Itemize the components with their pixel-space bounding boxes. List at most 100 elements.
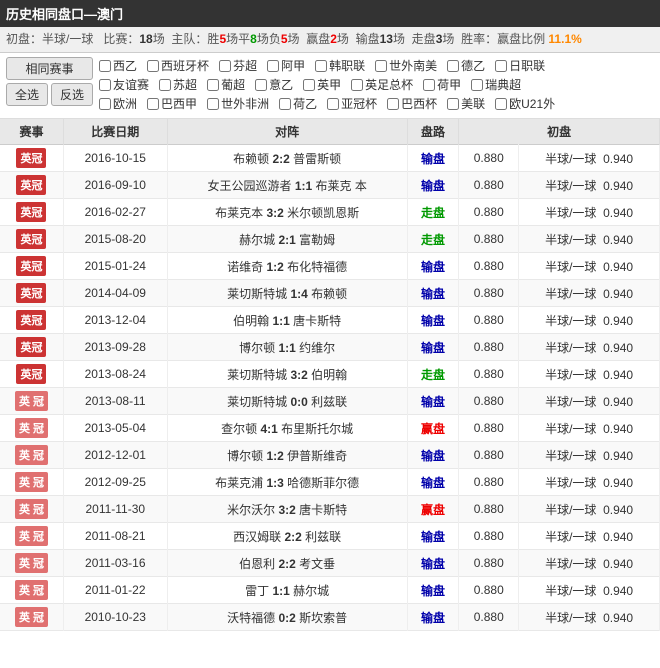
cell-date: 2011-01-22 [63, 577, 167, 604]
cell-handicap: 0.880 [459, 577, 519, 604]
checkbox-fc-input[interactable] [219, 60, 231, 72]
checkbox-xiy-input[interactable] [99, 60, 111, 72]
cell-status: 输盘 [407, 577, 459, 604]
cell-status: 输盘 [407, 469, 459, 496]
checkbox-hj-input[interactable] [423, 79, 435, 91]
checkbox-rzl[interactable]: 日职联 [495, 57, 545, 74]
cell-league: 英冠 [0, 253, 63, 280]
cell-league: 英冠 [0, 361, 63, 388]
cell-status: 输盘 [407, 334, 459, 361]
invert-select-button[interactable]: 反选 [51, 83, 93, 106]
checkbox-bzj-input[interactable] [147, 98, 159, 110]
checkbox-xbybj[interactable]: 西班牙杯 [147, 57, 209, 74]
checkbox-ybj[interactable]: 亚冠杯 [327, 95, 377, 112]
cell-handicap: 0.880 [459, 604, 519, 631]
checkbox-ouz-input[interactable] [495, 98, 507, 110]
checkbox-rdc[interactable]: 瑞典超 [471, 76, 521, 93]
select-all-button[interactable]: 全选 [6, 83, 48, 106]
cell-status: 赢盘 [407, 415, 459, 442]
cell-match: 布莱克本 3:2 米尔顿凯恩斯 [167, 199, 407, 226]
cell-date: 2013-08-24 [63, 361, 167, 388]
checkbox-rzl-input[interactable] [495, 60, 507, 72]
cell-match: 查尔顿 4:1 布里斯托尔城 [167, 415, 407, 442]
checkbox-row-2: 友谊赛 苏超 葡超 意乙 英甲 英足总杯 荷甲 瑞典超 [99, 76, 654, 93]
checkbox-swnam-input[interactable] [375, 60, 387, 72]
checkbox-ml-input[interactable] [447, 98, 459, 110]
checkbox-ml[interactable]: 美联 [447, 95, 485, 112]
checkbox-bzbj[interactable]: 巴西杯 [387, 95, 437, 112]
cell-init: 半球/一球 0.940 [519, 361, 660, 388]
cell-status: 输盘 [407, 307, 459, 334]
cell-date: 2011-03-16 [63, 550, 167, 577]
checkbox-bzj[interactable]: 巴西甲 [147, 95, 197, 112]
checkbox-hj[interactable]: 荷甲 [423, 76, 461, 93]
cell-date: 2011-11-30 [63, 496, 167, 523]
checkbox-aj-input[interactable] [267, 60, 279, 72]
cell-handicap: 0.880 [459, 469, 519, 496]
cell-status: 赢盘 [407, 496, 459, 523]
checkbox-row-3: 欧洲 巴西甲 世外非洲 荷乙 亚冠杯 巴西杯 美联 欧U21外 [99, 95, 654, 112]
checkbox-row-1: 西乙 西班牙杯 芬超 阿甲 韩职联 世外南美 德乙 日职联 [99, 57, 654, 74]
checkbox-sc[interactable]: 苏超 [159, 76, 197, 93]
checkbox-yztbj[interactable]: 英足总杯 [351, 76, 413, 93]
table-row: 英冠 2014-04-09 莱切斯特城 1:4 布赖顿 输盘 0.880 半球/… [0, 280, 660, 307]
checkbox-pc-input[interactable] [207, 79, 219, 91]
checkbox-yztbj-input[interactable] [351, 79, 363, 91]
table-row: 英 冠 2012-09-25 布莱克浦 1:3 哈德斯菲尔德 输盘 0.880 … [0, 469, 660, 496]
win-bet: 2 [330, 32, 337, 46]
table-row: 英 冠 2013-05-04 查尔顿 4:1 布里斯托尔城 赢盘 0.880 半… [0, 415, 660, 442]
cell-status: 输盘 [407, 388, 459, 415]
checkbox-oz-input[interactable] [99, 98, 111, 110]
col-match: 对阵 [167, 119, 407, 145]
checkbox-hy[interactable]: 荷乙 [279, 95, 317, 112]
cell-date: 2012-09-25 [63, 469, 167, 496]
cell-date: 2012-12-01 [63, 442, 167, 469]
checkbox-dy[interactable]: 德乙 [447, 57, 485, 74]
cell-league: 英 冠 [0, 415, 63, 442]
cell-match: 莱切斯特城 0:0 利兹联 [167, 388, 407, 415]
checkbox-yj[interactable]: 英甲 [303, 76, 341, 93]
table-body: 英冠 2016-10-15 布赖顿 2:2 普雷斯顿 输盘 0.880 半球/一… [0, 145, 660, 631]
table-row: 英冠 2015-01-24 诺维奇 1:2 布化特福德 输盘 0.880 半球/… [0, 253, 660, 280]
checkbox-hzl-input[interactable] [315, 60, 327, 72]
checkbox-bzbj-input[interactable] [387, 98, 399, 110]
checkbox-xbybj-input[interactable] [147, 60, 159, 72]
checkbox-swnam[interactable]: 世外南美 [375, 57, 437, 74]
checkbox-dy-input[interactable] [447, 60, 459, 72]
checkbox-xiy[interactable]: 西乙 [99, 57, 137, 74]
checkbox-rdc-input[interactable] [471, 79, 483, 91]
lose-bet: 13 [380, 32, 393, 46]
checkbox-fc[interactable]: 芬超 [219, 57, 257, 74]
checkbox-yj-input[interactable] [303, 79, 315, 91]
cell-init: 半球/一球 0.940 [519, 145, 660, 172]
cell-init: 半球/一球 0.940 [519, 469, 660, 496]
match-table-wrapper: 赛事 比赛日期 对阵 盘路 初盘 英冠 2016-10-15 布赖顿 2:2 普… [0, 119, 660, 631]
cell-handicap: 0.880 [459, 388, 519, 415]
same-match-button[interactable]: 相同赛事 [6, 57, 93, 80]
checkbox-hzl[interactable]: 韩职联 [315, 57, 365, 74]
checkbox-oz[interactable]: 欧洲 [99, 95, 137, 112]
cell-date: 2015-08-20 [63, 226, 167, 253]
checkbox-ybj-input[interactable] [327, 98, 339, 110]
checkbox-swfz[interactable]: 世外非洲 [207, 95, 269, 112]
checkbox-ouz[interactable]: 欧U21外 [495, 95, 555, 112]
checkbox-hy-input[interactable] [279, 98, 291, 110]
cell-match: 沃特福德 0:2 斯坎索普 [167, 604, 407, 631]
checkbox-yys-input[interactable] [99, 79, 111, 91]
cell-match: 博尔顿 1:2 伊普斯维奇 [167, 442, 407, 469]
page-title: 历史相同盘口—澳门 [6, 7, 123, 22]
cell-date: 2013-08-11 [63, 388, 167, 415]
checkbox-yys[interactable]: 友谊赛 [99, 76, 149, 93]
table-header-row: 赛事 比赛日期 对阵 盘路 初盘 [0, 119, 660, 145]
table-row: 英冠 2013-08-24 莱切斯特城 3:2 伯明翰 走盘 0.880 半球/… [0, 361, 660, 388]
cell-handicap: 0.880 [459, 307, 519, 334]
checkbox-swfz-input[interactable] [207, 98, 219, 110]
cell-init: 半球/一球 0.940 [519, 280, 660, 307]
cell-init: 半球/一球 0.940 [519, 253, 660, 280]
checkbox-aj[interactable]: 阿甲 [267, 57, 305, 74]
checkbox-yy[interactable]: 意乙 [255, 76, 293, 93]
checkbox-sc-input[interactable] [159, 79, 171, 91]
table-row: 英 冠 2011-03-16 伯恩利 2:2 考文垂 输盘 0.880 半球/一… [0, 550, 660, 577]
checkbox-pc[interactable]: 葡超 [207, 76, 245, 93]
checkbox-yy-input[interactable] [255, 79, 267, 91]
